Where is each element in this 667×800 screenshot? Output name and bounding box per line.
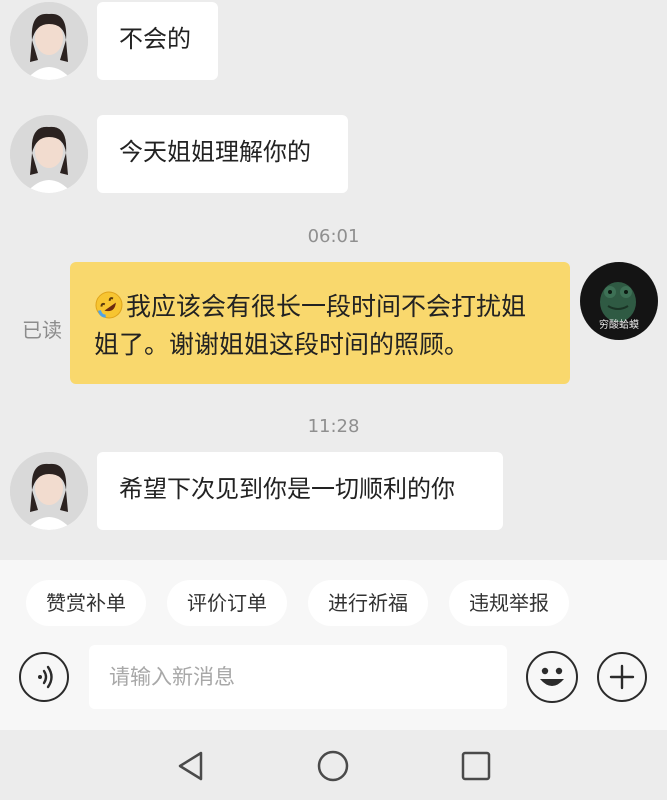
message-text: 今天姐姐理解你的: [119, 138, 311, 166]
message-input[interactable]: 请输入新消息: [89, 645, 507, 709]
rolling-laughing-emoji-icon: [94, 290, 124, 320]
timestamp: 06:01: [307, 226, 360, 247]
quick-action-reward[interactable]: 赞赏补单: [26, 580, 146, 626]
contact-avatar[interactable]: [10, 115, 88, 193]
quick-action-report[interactable]: 违规举报: [449, 580, 569, 626]
contact-avatar[interactable]: [10, 452, 88, 530]
contact-avatar[interactable]: [10, 2, 88, 80]
recents-square-icon[interactable]: [458, 748, 494, 784]
plus-icon[interactable]: [597, 652, 647, 702]
message-bubble[interactable]: 不会的: [97, 2, 218, 80]
timestamp: 11:28: [307, 416, 360, 437]
system-nav-bar: [0, 730, 667, 800]
home-circle-icon[interactable]: [315, 748, 351, 784]
my-message-bubble[interactable]: 我应该会有很长一段时间不会打扰姐姐了。谢谢姐姐这段时间的照顾。: [70, 262, 570, 384]
message-text: 不会的: [119, 25, 191, 53]
quick-action-pray[interactable]: 进行祈福: [308, 580, 428, 626]
message-text: 我应该会有很长一段时间不会打扰姐姐了。谢谢姐姐这段时间的照顾。: [94, 292, 527, 359]
back-triangle-icon[interactable]: [173, 748, 209, 784]
chat-area: 不会的 今天姐姐理解你的 06:01 已读 我应该会有很长一段时间不会打扰姐姐了…: [0, 0, 667, 560]
emoji-icon[interactable]: [526, 651, 578, 703]
my-avatar[interactable]: 穷酸蛤蟆: [580, 262, 658, 340]
quick-action-review[interactable]: 评价订单: [167, 580, 287, 626]
voice-icon[interactable]: [19, 652, 69, 702]
message-bubble[interactable]: 今天姐姐理解你的: [97, 115, 348, 193]
message-text: 希望下次见到你是一切顺利的你: [119, 475, 455, 503]
message-bubble[interactable]: 希望下次见到你是一切顺利的你: [97, 452, 503, 530]
read-status: 已读: [22, 318, 62, 342]
avatar-caption: 穷酸蛤蟆: [599, 320, 639, 331]
